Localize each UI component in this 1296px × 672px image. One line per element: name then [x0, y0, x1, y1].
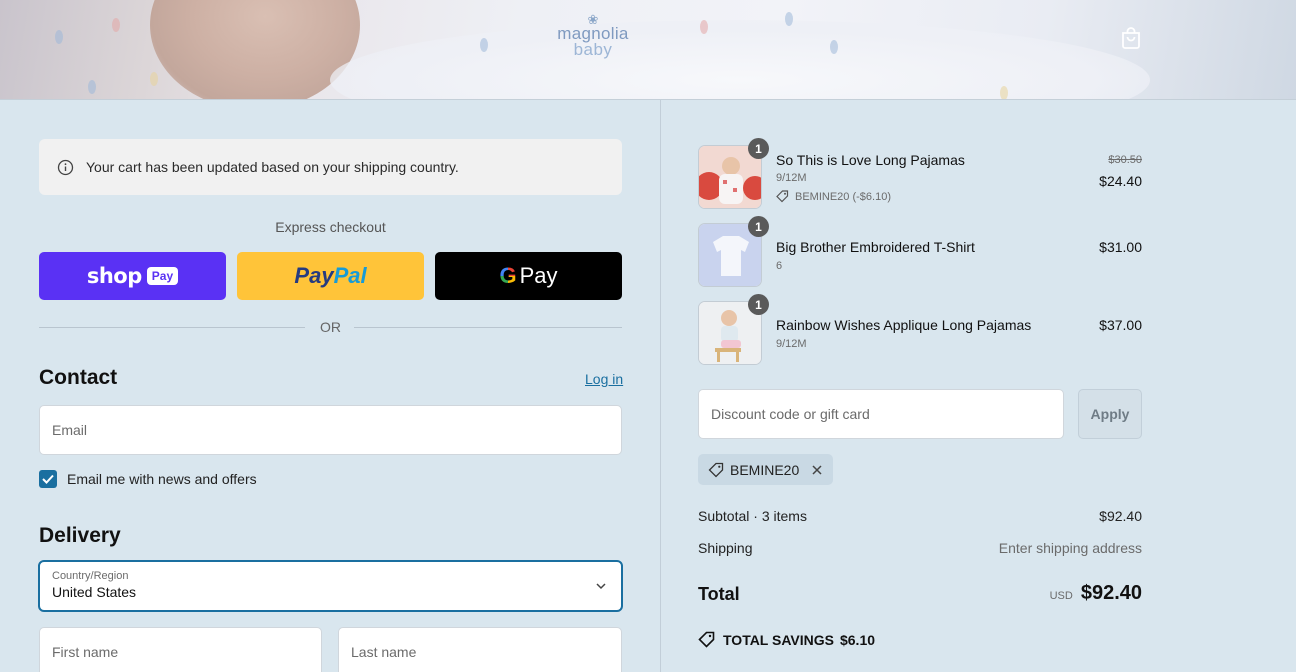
chevron-down-icon [596, 583, 606, 590]
item-name: So This is Love Long Pajamas [776, 152, 965, 168]
first-name-field[interactable]: First name [39, 627, 322, 672]
item-price: $31.00 [1099, 239, 1142, 255]
item-discount: BEMINE20 (-$6.10) [776, 190, 891, 203]
paypal-word-part2: Pal [333, 263, 367, 288]
login-link[interactable]: Log in [585, 371, 623, 387]
item-variant: 9/12M [776, 172, 807, 184]
banner-blanket-image [330, 20, 1150, 99]
store-logo[interactable]: ❀ magnolia baby [553, 13, 633, 59]
shipping-value: Enter shipping address [998, 540, 1142, 556]
discount-code-input[interactable]: Discount code or gift card [698, 389, 1064, 439]
banner-pattern-dot [112, 18, 120, 32]
applied-discount-code: BEMINE20 [730, 461, 800, 478]
google-g-icon: G [499, 263, 517, 288]
contact-heading: Contact [39, 366, 118, 389]
subtotal-row: Subtotal · 3 items $92.40 [698, 508, 1142, 524]
country-region-select[interactable]: Country/Region United States [38, 560, 623, 612]
item-price: $37.00 [1099, 317, 1142, 333]
item-variant: 6 [776, 260, 783, 272]
header-banner: ❀ magnolia baby [0, 0, 1296, 100]
shipping-label: Shipping [698, 540, 753, 556]
banner-pattern-dot [88, 80, 96, 94]
cart-item: 1 So This is Love Long Pajamas 9/12M BEM… [698, 138, 1142, 209]
subtotal-label: Subtotal · 3 items [698, 508, 807, 524]
currency-code: USD [1049, 590, 1073, 602]
banner-pattern-dot [785, 12, 793, 26]
applied-discount-chip: BEMINE20 [698, 454, 834, 485]
newsletter-checkbox[interactable] [39, 470, 57, 488]
quantity-badge: 1 [748, 138, 769, 159]
shipping-row: Shipping Enter shipping address [698, 540, 1142, 556]
newsletter-checkbox-row[interactable]: Email me with news and offers [39, 470, 257, 488]
column-divider [660, 100, 661, 672]
cart-updated-notice: Your cart has been updated based on your… [39, 139, 622, 195]
banner-pattern-dot [1000, 86, 1008, 99]
savings-label: TOTAL SAVINGS [723, 631, 834, 648]
email-field[interactable]: Email [39, 405, 622, 455]
apply-button[interactable]: Apply [1078, 389, 1142, 439]
last-name-field[interactable]: Last name [338, 627, 622, 672]
subtotal-value: $92.40 [1099, 508, 1142, 524]
shop-pay-button[interactable]: shop Pay [39, 252, 226, 300]
paypal-word-part1: Pay [294, 263, 334, 288]
remove-discount-icon[interactable] [811, 464, 823, 476]
info-icon [57, 159, 74, 175]
newsletter-label: Email me with news and offers [67, 471, 257, 487]
item-variant: 9/12M [776, 338, 807, 350]
tag-icon [776, 190, 789, 203]
banner-pattern-dot [150, 72, 158, 86]
shopping-bag-icon[interactable] [1120, 26, 1142, 50]
total-value: USD $92.40 [1050, 582, 1142, 605]
shop-pay-badge: Pay [146, 267, 179, 285]
google-pay-button[interactable]: G Pay [435, 252, 622, 300]
cart-item: 1 Big Brother Embroidered T-Shirt 6 $31.… [698, 216, 1142, 287]
total-savings: TOTAL SAVINGS $6.10 [698, 631, 875, 648]
item-price: $24.40 [1099, 173, 1142, 189]
item-discount-text: BEMINE20 (-$6.10) [795, 190, 891, 203]
express-checkout-label: Express checkout [275, 219, 386, 235]
banner-baby-image [150, 0, 360, 99]
quantity-badge: 1 [748, 294, 769, 315]
country-region-value: United States [52, 584, 137, 600]
cart-item: 1 Rainbow Wishes Applique Long Pajamas 9… [698, 294, 1142, 365]
tag-icon [698, 631, 715, 648]
banner-pattern-dot [480, 38, 488, 52]
or-separator: OR [39, 319, 622, 337]
paypal-button[interactable]: Pay Pal [237, 252, 424, 300]
checkmark-icon [42, 474, 54, 484]
notice-text: Your cart has been updated based on your… [86, 159, 459, 175]
banner-pattern-dot [830, 40, 838, 54]
shop-pay-word: shop [86, 264, 142, 288]
google-pay-word: Pay [519, 263, 558, 288]
savings-amount: $6.10 [839, 631, 876, 648]
delivery-heading: Delivery [39, 524, 121, 547]
total-amount: $92.40 [1080, 582, 1142, 604]
quantity-badge: 1 [748, 216, 769, 237]
item-name: Big Brother Embroidered T-Shirt [776, 239, 975, 255]
banner-pattern-dot [700, 20, 708, 34]
item-name: Rainbow Wishes Applique Long Pajamas [776, 317, 1032, 333]
or-text: OR [320, 319, 341, 335]
item-original-price: $30.50 [1108, 154, 1142, 166]
tag-icon [708, 462, 724, 477]
logo-line2: baby [573, 40, 613, 59]
country-region-label: Country/Region [52, 570, 129, 582]
banner-pattern-dot [55, 30, 63, 44]
total-label: Total [698, 584, 740, 604]
